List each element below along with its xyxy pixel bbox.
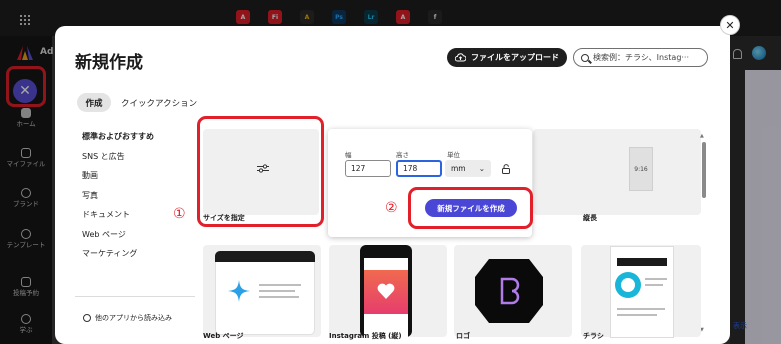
create-new-modal: 新規作成 ファイルをアップロード 検索例：チラシ、Instag··· 作成 クイ… [55, 26, 730, 344]
category-document[interactable]: ドキュメント [82, 209, 154, 229]
flyer-header [617, 258, 667, 266]
unlock-icon[interactable] [502, 164, 511, 174]
width-input[interactable]: 127 [345, 160, 391, 177]
webpage-label: Web ページ [203, 332, 244, 340]
category-video[interactable]: 動画 [82, 170, 154, 190]
text-line [259, 290, 295, 292]
scrollbar-thumb[interactable] [702, 142, 706, 198]
category-marketing[interactable]: マーケティング [82, 248, 154, 268]
upload-file-label: ファイルをアップロード [471, 53, 559, 62]
text-line [617, 308, 665, 310]
category-featured[interactable]: 標準およびおすすめ [82, 131, 154, 151]
text-line [645, 278, 667, 280]
category-social[interactable]: SNS と広告 [82, 151, 154, 171]
import-label: 他のアプリから読み込み [95, 314, 172, 322]
annotation-step-2: ② [385, 200, 398, 216]
height-input[interactable]: 178 [396, 160, 442, 177]
width-label: 幅 [345, 151, 352, 159]
badge-center [621, 278, 635, 292]
category-webpage[interactable]: Web ページ [82, 229, 154, 249]
text-line [259, 296, 299, 298]
tab-quick-actions[interactable]: クイックアクション [121, 97, 197, 109]
sparkle-icon [228, 280, 250, 302]
text-line [259, 284, 301, 286]
annotation-step-1: ① [173, 206, 186, 222]
logo-label: ロゴ [456, 332, 470, 340]
flyer-label: チラシ [583, 332, 604, 340]
height-label: 高さ [396, 151, 409, 159]
divider [75, 296, 195, 297]
unit-value: mm [451, 164, 466, 173]
close-modal-button[interactable]: ✕ [720, 15, 740, 35]
import-from-other-apps-link[interactable]: 他のアプリから読み込み [83, 313, 172, 323]
tab-create[interactable]: 作成 [77, 93, 111, 112]
unit-select[interactable]: mm ⌄ [445, 160, 491, 177]
text-line [645, 284, 663, 286]
height-value: 178 [403, 164, 418, 173]
upload-file-button[interactable]: ファイルをアップロード [447, 48, 567, 67]
annotation-highlight-custom-size [197, 116, 324, 227]
text-line [617, 314, 657, 316]
annotation-highlight-create-button [408, 187, 533, 229]
heart-icon [377, 283, 395, 299]
portrait-label: 縦長 [583, 214, 597, 222]
modal-title: 新規作成 [75, 53, 143, 73]
template-card-hidden[interactable] [533, 129, 588, 215]
template-search-input[interactable]: 検索例：チラシ、Instag··· [573, 48, 708, 67]
instagram-label: Instagram 投稿 (縦) [329, 332, 402, 340]
width-value: 127 [351, 164, 366, 173]
scroll-up-icon[interactable]: ▲ [700, 133, 704, 139]
search-icon [581, 53, 589, 62]
portrait-ratio: 9:16 [634, 165, 648, 173]
chevron-down-icon: ⌄ [478, 164, 485, 173]
logo-thumbnail [475, 259, 543, 323]
cloud-upload-icon [455, 53, 466, 62]
close-icon: ✕ [725, 18, 735, 32]
portrait-thumbnail: 9:16 [629, 147, 653, 191]
import-icon [83, 314, 91, 322]
browser-bar [215, 251, 315, 262]
unit-label: 単位 [447, 151, 460, 159]
search-placeholder: 検索例：チラシ、Instag··· [593, 53, 690, 62]
category-list: 標準およびおすすめ SNS と広告 動画 写真 ドキュメント Web ページ マ… [82, 131, 154, 268]
category-photo[interactable]: 写真 [82, 190, 154, 210]
